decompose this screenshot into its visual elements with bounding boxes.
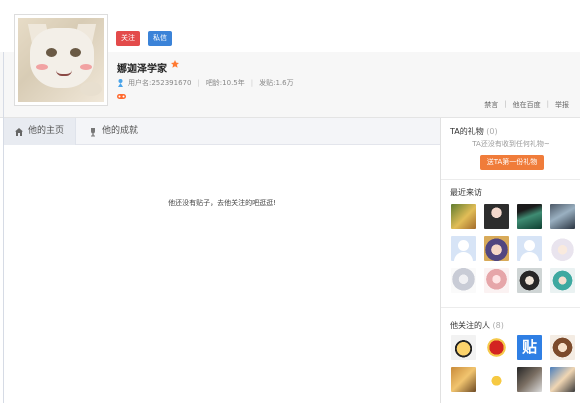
following-avatar[interactable] — [550, 335, 575, 360]
police-badge-avatar[interactable] — [484, 335, 509, 360]
user-id: 用户名:252391670 — [128, 79, 192, 87]
visitor-avatar[interactable] — [550, 268, 575, 293]
gift-empty-note: TA还没有收到任何礼物~ — [472, 140, 550, 148]
following-count: (8) — [492, 321, 504, 330]
message-button[interactable]: 私信 — [148, 31, 172, 46]
ban-link[interactable]: 禁言 — [484, 100, 498, 110]
username: 娜迦泽学家 — [117, 64, 167, 75]
tab-home[interactable]: 他的主页 — [4, 118, 76, 145]
tab-achievements[interactable]: 他的成就 — [88, 118, 138, 145]
cat-avatar-image — [18, 18, 104, 102]
trophy-icon — [91, 127, 95, 136]
tab-achievements-label: 他的成就 — [102, 126, 139, 136]
following-avatar[interactable] — [550, 367, 575, 392]
following-avatar[interactable] — [484, 367, 509, 392]
main-content: 他还没有贴子，去他关注的吧逛逛! — [4, 146, 440, 403]
visitor-avatar[interactable] — [451, 268, 476, 293]
visitor-avatar[interactable] — [484, 268, 509, 293]
following-avatar[interactable] — [451, 367, 476, 392]
home-icon — [15, 127, 23, 136]
recent-visitors-grid — [451, 204, 575, 293]
sidebar-divider — [441, 179, 580, 180]
bar-age: 吧龄:10.5年 — [205, 79, 245, 87]
visitor-avatar[interactable] — [517, 268, 542, 293]
following-avatar[interactable] — [517, 367, 542, 392]
recent-visitors-title: 最近来访 — [450, 188, 482, 197]
visitor-avatar[interactable] — [550, 204, 575, 229]
gifts-title: TA的礼物 (0) — [450, 127, 498, 136]
visitor-avatar[interactable] — [451, 204, 476, 229]
default-user-avatar[interactable] — [451, 236, 476, 261]
default-user-avatar[interactable] — [517, 236, 542, 261]
report-link[interactable]: 举报 — [555, 100, 569, 110]
user-meta-row: 用户名:252391670 | 吧龄:10.5年 | 发贴:1.6万 — [116, 78, 294, 88]
gender-icon — [118, 79, 123, 87]
visitor-avatar[interactable] — [484, 204, 509, 229]
profile-avatar[interactable] — [14, 14, 108, 106]
visitor-avatar[interactable] — [484, 236, 509, 261]
tab-home-label: 他的主页 — [28, 126, 65, 136]
visitor-avatar[interactable] — [550, 236, 575, 261]
baidu-link[interactable]: 他在百度 — [513, 100, 541, 110]
flame-badge-icon — [171, 60, 179, 68]
right-sidebar: TA的礼物 (0) TA还没有收到任何礼物~ 送TA第一份礼物 最近来访 他关注… — [440, 118, 580, 403]
send-gift-button[interactable]: 送TA第一份礼物 — [480, 155, 544, 170]
gifts-count: (0) — [486, 127, 498, 136]
empty-posts-message: 他还没有贴子，去他关注的吧逛逛! — [168, 199, 276, 207]
following-avatar[interactable] — [451, 335, 476, 360]
game-controller-icon[interactable] — [116, 92, 127, 101]
post-count: 发贴:1.6万 — [259, 79, 294, 87]
profile-action-links: 禁言 | 他在百度 | 举报 — [484, 100, 569, 110]
visitor-avatar[interactable] — [517, 204, 542, 229]
follow-button[interactable]: 关注 — [116, 31, 140, 46]
profile-tabs: 他的主页 他的成就 — [4, 118, 440, 145]
profile-header: 关注 私信 娜迦泽学家 用户名:252391670 | 吧龄:10.5年 | 发… — [0, 0, 580, 118]
sidebar-divider — [441, 307, 580, 308]
following-grid: 贴 — [451, 335, 575, 392]
tieba-avatar[interactable]: 贴 — [517, 335, 542, 360]
following-title: 他关注的人 (8) — [450, 321, 504, 330]
